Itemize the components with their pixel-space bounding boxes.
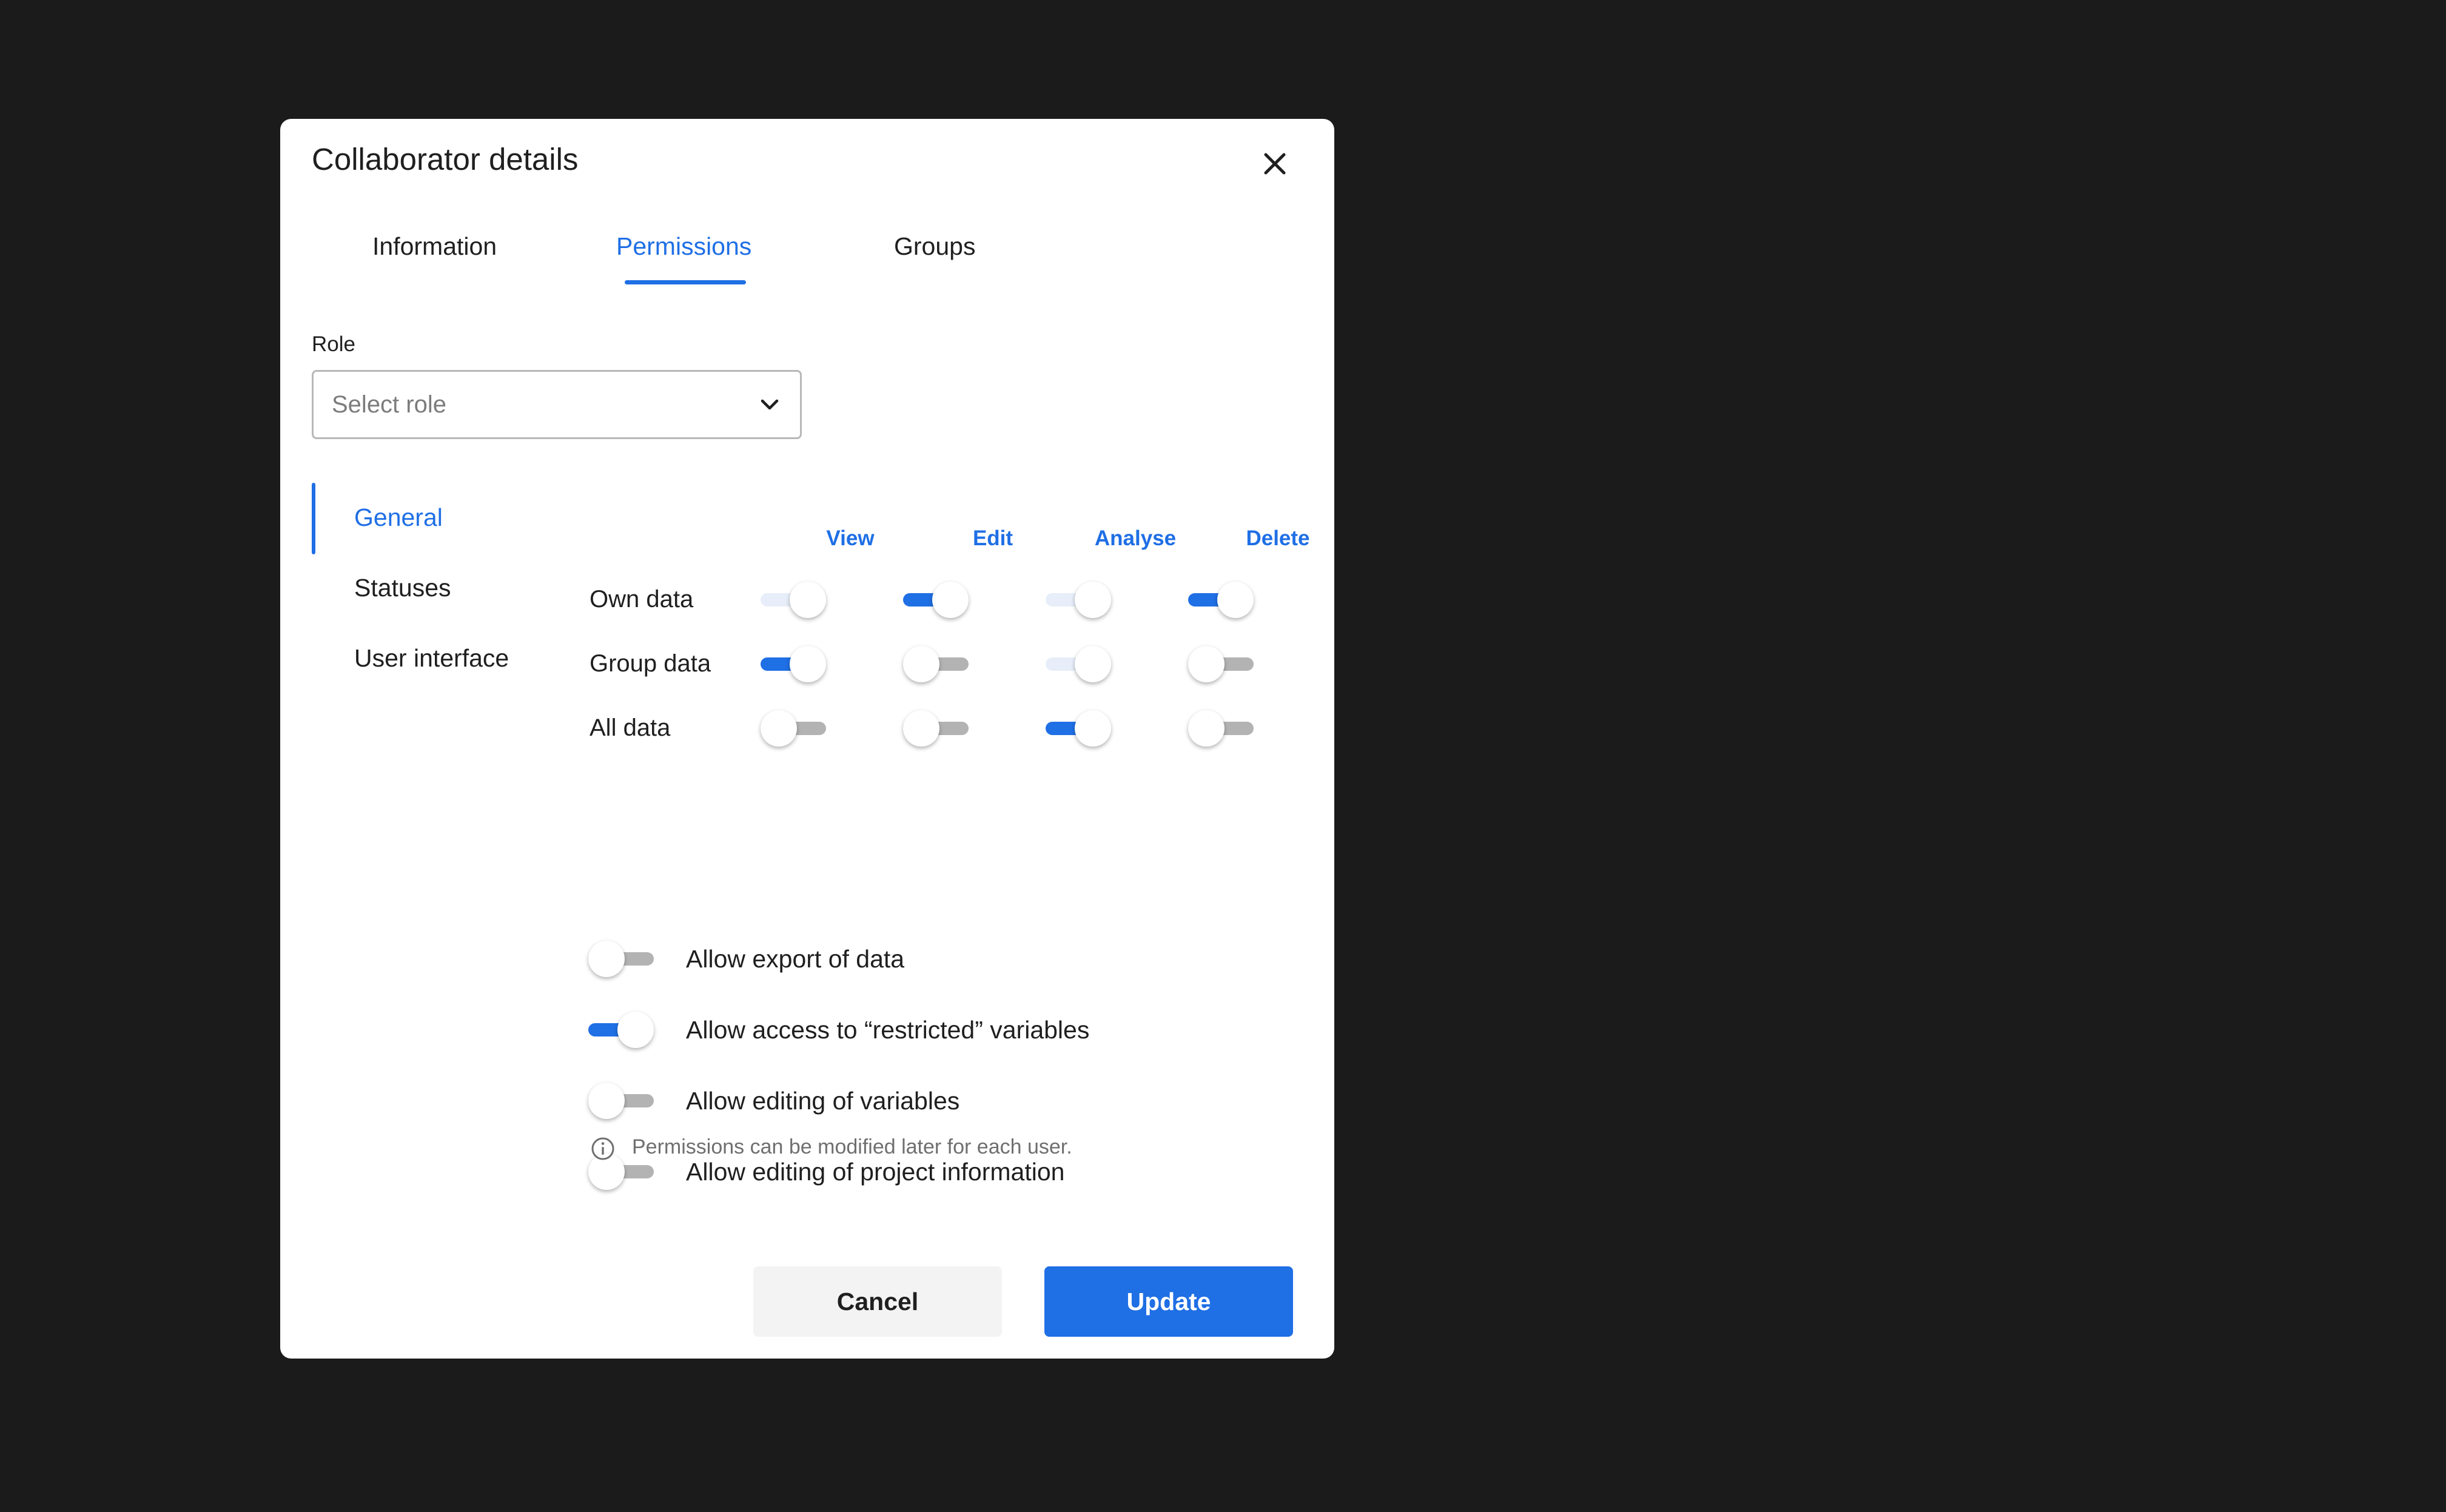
column-header-edit: Edit: [972, 526, 1013, 550]
toggle-all-data-view[interactable]: [761, 708, 826, 748]
info-text: Permissions can be modified later for ea…: [632, 1135, 1072, 1158]
toggle-knob: [1075, 710, 1111, 747]
option-label-3: Allow editing of variables: [686, 1087, 960, 1115]
tab-groups[interactable]: Groups: [894, 232, 975, 261]
toggle-all-data-analyse[interactable]: [1046, 708, 1111, 748]
sidebar-item-user-interface[interactable]: User interface: [354, 644, 509, 673]
toggle-group-data-analyse[interactable]: [1046, 644, 1111, 684]
sidebar-active-indicator: [312, 483, 315, 554]
toggle-own-data-edit[interactable]: [903, 580, 969, 620]
dialog-title: Collaborator details: [312, 142, 579, 176]
toggle-knob: [903, 646, 939, 682]
toggle-knob: [1188, 710, 1225, 747]
option-toggle-3[interactable]: [588, 1081, 654, 1121]
toggle-knob: [1075, 582, 1111, 618]
sidebar-item-statuses[interactable]: Statuses: [354, 574, 451, 602]
toggle-knob: [1217, 582, 1254, 618]
toggle-own-data-delete[interactable]: [1188, 580, 1254, 620]
chevron-down-icon: [761, 399, 779, 410]
row-label-own-data: Own data: [590, 586, 694, 613]
toggle-own-data-view[interactable]: [761, 580, 826, 620]
toggle-group-data-delete[interactable]: [1188, 644, 1254, 684]
cancel-button[interactable]: Cancel: [753, 1266, 1002, 1337]
toggle-knob: [790, 646, 826, 682]
column-header-delete: Delete: [1246, 526, 1310, 550]
row-label-all-data: All data: [590, 714, 671, 741]
toggle-knob: [903, 710, 939, 747]
toggle-group-data-edit[interactable]: [903, 644, 969, 684]
tab-permissions[interactable]: Permissions: [616, 232, 751, 261]
option-label-4: Allow editing of project information: [686, 1158, 1065, 1186]
toggle-knob: [588, 1083, 625, 1119]
tab-information[interactable]: Information: [372, 232, 497, 261]
toggle-knob: [588, 941, 625, 977]
close-button[interactable]: [1257, 146, 1293, 182]
option-label-1: Allow export of data: [686, 945, 905, 973]
active-tab-indicator: [625, 280, 746, 284]
toggle-knob: [761, 710, 797, 747]
option-toggle-2[interactable]: [588, 1010, 654, 1050]
option-label-2: Allow access to “restricted” variables: [686, 1016, 1090, 1044]
row-label-group-data: Group data: [590, 650, 711, 677]
column-header-analyse: Analyse: [1094, 526, 1177, 550]
toggle-knob: [617, 1012, 654, 1048]
update-button[interactable]: Update: [1044, 1266, 1293, 1337]
role-label: Role: [312, 332, 355, 356]
toggle-all-data-edit[interactable]: [903, 708, 969, 748]
toggle-all-data-delete[interactable]: [1188, 708, 1254, 748]
close-icon: [1264, 153, 1286, 175]
collaborator-details-dialog: Collaborator details Information Permiss…: [280, 119, 1334, 1359]
toggle-knob: [1075, 646, 1111, 682]
toggle-group-data-view[interactable]: [761, 644, 826, 684]
sidebar-item-general[interactable]: General: [354, 503, 443, 532]
role-select-placeholder: Select role: [332, 391, 446, 418]
column-header-view: View: [826, 526, 875, 550]
toggle-knob: [932, 582, 969, 618]
toggle-knob: [790, 582, 826, 618]
toggle-own-data-analyse[interactable]: [1046, 580, 1111, 620]
toggle-knob: [1188, 646, 1225, 682]
option-toggle-1[interactable]: [588, 939, 654, 979]
role-select[interactable]: Select role: [312, 370, 802, 439]
info-icon: [591, 1137, 614, 1160]
